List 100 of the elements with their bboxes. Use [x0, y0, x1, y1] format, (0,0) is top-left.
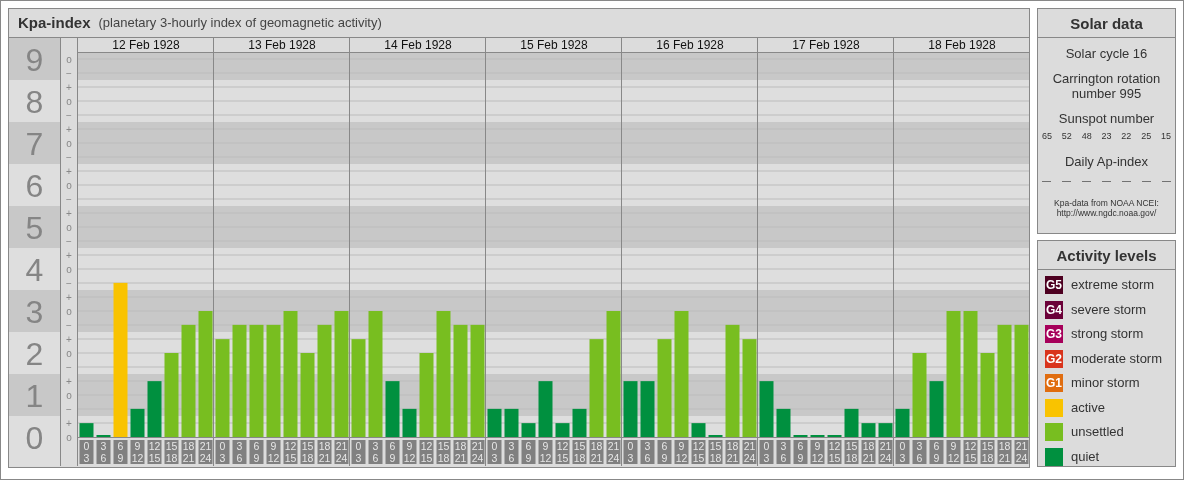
- scale-mark: +: [66, 291, 72, 303]
- level-label: severe storm: [1071, 300, 1147, 319]
- kp-bar: [861, 423, 876, 437]
- kp-bar: [487, 408, 502, 437]
- level-swatch: G4: [1045, 300, 1063, 319]
- hour-label: 21 24: [198, 440, 213, 464]
- hour-label: 6 9: [929, 440, 944, 464]
- sunspot-value: 48: [1081, 130, 1092, 143]
- level-label: unsettled: [1071, 423, 1124, 442]
- hour-label: 3 6: [368, 440, 383, 464]
- hour-label: 21 24: [878, 440, 893, 464]
- scale-mark: o: [66, 389, 72, 401]
- hour-label: 9 12: [402, 440, 417, 464]
- panel-title: Solar data: [1038, 9, 1175, 38]
- hour-label: 0 3: [351, 440, 366, 464]
- hour-label: 15 18: [708, 440, 723, 464]
- hour-label: 21 24: [606, 440, 621, 464]
- carrington-rotation: Carrington rotation number 995: [1051, 71, 1162, 101]
- level-label: active: [1071, 398, 1105, 417]
- hour-label: 12 15: [283, 440, 298, 464]
- kp-bar: [130, 408, 145, 437]
- scale-mark: o: [66, 305, 72, 317]
- level-swatch: G3: [1045, 325, 1063, 343]
- scale-digit: 2: [25, 336, 44, 372]
- day-date: 12 Feb 1928: [112, 38, 180, 52]
- scale-mark: o: [66, 347, 72, 359]
- hour-label: 6 9: [249, 440, 264, 464]
- scale-mark: o: [66, 137, 72, 149]
- panel-title: Activity levels: [1038, 241, 1175, 270]
- ap-index-value: —: [1142, 174, 1151, 188]
- kp-bar: [385, 381, 400, 437]
- hour-label: 18 21: [997, 440, 1012, 464]
- kp-bar: [538, 381, 553, 437]
- scale-digit: 4: [25, 252, 44, 288]
- kp-bar: [79, 423, 94, 437]
- hour-label: 21 24: [1014, 440, 1029, 464]
- sunspot-value: 22: [1121, 130, 1132, 143]
- hour-label: 18 21: [317, 440, 332, 464]
- kp-bar: [776, 408, 791, 437]
- scale-mark: −: [66, 361, 72, 373]
- ap-index-value: —: [1062, 174, 1071, 188]
- kp-bar: [691, 423, 706, 437]
- scale-mark: o: [66, 179, 72, 191]
- scale-mark: +: [66, 375, 72, 387]
- scale-mark: −: [66, 319, 72, 331]
- scale-digit: 1: [25, 378, 44, 414]
- solar-cycle: Solar cycle 16: [1065, 46, 1148, 61]
- level-label: extreme storm: [1071, 276, 1155, 295]
- sunspot-value: 15: [1160, 130, 1171, 143]
- ap-index-value: —: [1122, 174, 1131, 188]
- scale-digit: 7: [25, 126, 44, 162]
- level-swatch: G2: [1045, 349, 1063, 368]
- scale-mark: o: [66, 95, 72, 107]
- day-date: 15 Feb 1928: [520, 38, 588, 52]
- sunspot-value: 25: [1141, 130, 1152, 143]
- scale-digit: 9: [25, 42, 44, 78]
- level-label: quiet: [1071, 447, 1100, 466]
- hour-label: 15 18: [164, 440, 179, 464]
- hour-label: 9 12: [946, 440, 961, 464]
- kp-bar: [147, 381, 162, 437]
- kp-bar: [623, 381, 638, 437]
- sunspot-label: Sunspot number: [1058, 111, 1155, 126]
- kp-bar: [878, 423, 893, 437]
- hour-label: 12 15: [691, 440, 706, 464]
- scale-mark: −: [66, 277, 72, 289]
- hour-label: 6 9: [113, 440, 128, 464]
- scale-mark: −: [66, 403, 72, 415]
- level-swatch: G1: [1045, 374, 1063, 392]
- hour-label: 9 12: [130, 440, 145, 464]
- scale-mark: −: [66, 151, 72, 163]
- kp-bar: [521, 423, 536, 437]
- hour-label: 12 15: [147, 440, 162, 464]
- scale-mark: o: [66, 221, 72, 233]
- kp-bar: [504, 408, 519, 437]
- hour-label: 3 6: [912, 440, 927, 464]
- hour-label: 3 6: [640, 440, 655, 464]
- scale-digit: 0: [25, 420, 44, 456]
- scale-mark: −: [66, 109, 72, 121]
- kp-bar: [929, 381, 944, 437]
- hour-label: 6 9: [385, 440, 400, 464]
- hour-label: 0 3: [759, 440, 774, 464]
- scale-digit: 3: [25, 294, 44, 330]
- scale-mark: o: [66, 53, 72, 65]
- day-date: 16 Feb 1928: [656, 38, 724, 52]
- hour-label: 0 3: [623, 440, 638, 464]
- scale-mark: +: [66, 165, 72, 177]
- hour-label: 3 6: [504, 440, 519, 464]
- kp-bar: [895, 408, 910, 437]
- hour-label: 15 18: [572, 440, 587, 464]
- level-swatch: G5: [1045, 276, 1063, 294]
- hour-label: 15 18: [300, 440, 315, 464]
- hour-label: 12 15: [419, 440, 434, 464]
- scale-mark: o: [66, 431, 72, 443]
- hour-label: 3 6: [232, 440, 247, 464]
- hour-label: 0 3: [215, 440, 230, 464]
- hour-label: 18 21: [453, 440, 468, 464]
- ap-index-value: —: [1082, 174, 1091, 188]
- hour-label: 21 24: [334, 440, 349, 464]
- hour-label: 15 18: [844, 440, 859, 464]
- kp-bar: [640, 381, 655, 437]
